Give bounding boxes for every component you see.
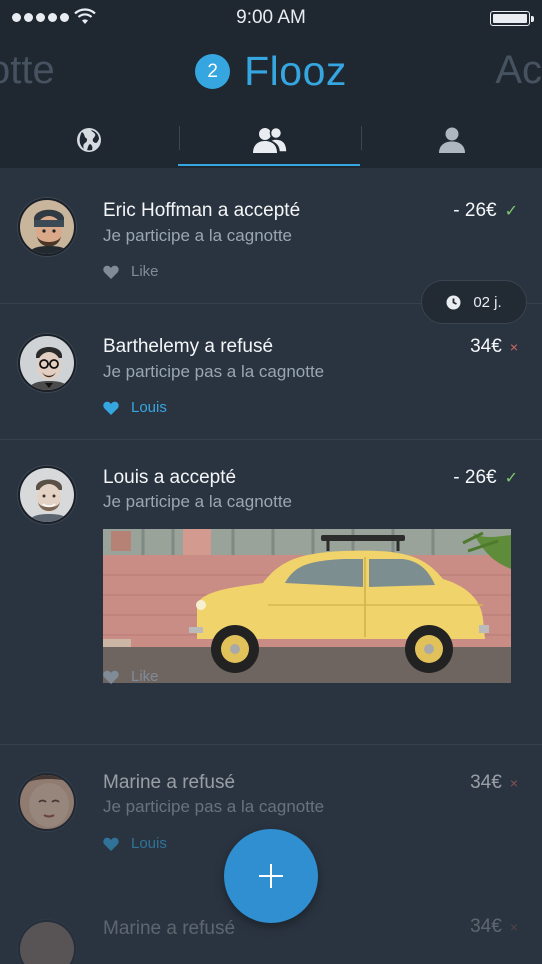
feed-item-description: Je participe pas a la cagnotte <box>103 797 325 816</box>
amount-value: 34€ <box>470 772 502 793</box>
amount-value: - 26€ <box>453 467 497 488</box>
feed-item-title: Louis a accepté <box>103 467 237 488</box>
globe-icon <box>77 128 101 152</box>
amount-value: - 26€ <box>453 200 497 221</box>
feed-item-description: Je participe pas a la cagnotte <box>103 362 325 381</box>
next-section-title[interactable]: Acc <box>495 48 542 93</box>
liked-by-label[interactable]: Louis <box>131 399 167 416</box>
amount: 34€ × <box>470 336 518 358</box>
battery-icon <box>490 11 534 26</box>
status-time: 9:00 AM <box>236 7 306 28</box>
refused-cross-icon: × <box>509 339 518 355</box>
feed-item-description: Je participe a la cagnotte <box>103 226 293 245</box>
app-title: Flooz <box>244 48 347 94</box>
avatar[interactable] <box>18 466 76 524</box>
like-button[interactable]: Like <box>103 263 159 280</box>
yellow-car-photo[interactable] <box>103 529 511 683</box>
like-button[interactable]: Louis <box>103 835 167 852</box>
feed-item-description: Je participe a la cagnotte <box>103 492 293 511</box>
like-button[interactable]: Like <box>103 668 159 685</box>
avatar[interactable] <box>18 198 76 256</box>
like-label: Like <box>131 668 159 685</box>
amount: 34€ × <box>470 916 518 938</box>
time-remaining-label: 02 j. <box>473 293 502 311</box>
person-icon <box>439 127 465 153</box>
avatar[interactable] <box>18 773 76 831</box>
amount: - 26€ ✓ <box>453 200 518 222</box>
tab-friends[interactable] <box>180 112 360 168</box>
avatar[interactable] <box>18 920 76 964</box>
title-bar: otte 2 Flooz Acc <box>0 40 542 104</box>
header: 9:00 AM otte 2 Flooz Acc <box>0 0 542 168</box>
feed-item[interactable]: Louis a accepté Je participe a la cagnot… <box>0 440 542 745</box>
plus-icon <box>259 864 283 888</box>
refused-cross-icon: × <box>509 775 518 791</box>
status-bar: 9:00 AM <box>0 0 542 38</box>
heart-icon <box>103 837 119 851</box>
like-button[interactable]: Louis <box>103 399 167 416</box>
tab-bar <box>0 112 542 168</box>
refused-cross-icon: × <box>509 919 518 935</box>
feed-item-title: Marine a refusé <box>103 918 236 939</box>
liked-by-label[interactable]: Louis <box>131 835 167 852</box>
amount-value: 34€ <box>470 336 502 357</box>
feed-item-title: Eric Hoffman a accepté <box>103 200 301 221</box>
heart-icon <box>103 265 119 279</box>
amount-value: 34€ <box>470 916 502 937</box>
tab-public[interactable] <box>0 112 178 168</box>
accepted-check-icon: ✓ <box>504 470 518 487</box>
add-button[interactable] <box>224 829 318 923</box>
tab-profile[interactable] <box>362 112 542 168</box>
feed-item[interactable]: Barthelemy a refusé Je participe pas a l… <box>0 304 542 440</box>
time-remaining-pill[interactable]: 02 j. <box>421 280 527 324</box>
heart-icon <box>103 670 119 684</box>
amount: 34€ × <box>470 772 518 794</box>
notification-badge[interactable]: 2 <box>195 54 231 89</box>
clock-icon <box>446 295 461 309</box>
avatar[interactable] <box>18 334 76 392</box>
feed-item-title: Marine a refusé <box>103 772 236 793</box>
feed-item-title: Barthelemy a refusé <box>103 336 274 357</box>
active-tab-indicator <box>178 164 360 166</box>
friends-icon <box>253 126 288 153</box>
brand: 2 Flooz <box>0 48 542 95</box>
amount: - 26€ ✓ <box>453 467 518 489</box>
heart-icon <box>103 401 119 415</box>
like-label: Like <box>131 263 159 280</box>
accepted-check-icon: ✓ <box>504 203 518 220</box>
